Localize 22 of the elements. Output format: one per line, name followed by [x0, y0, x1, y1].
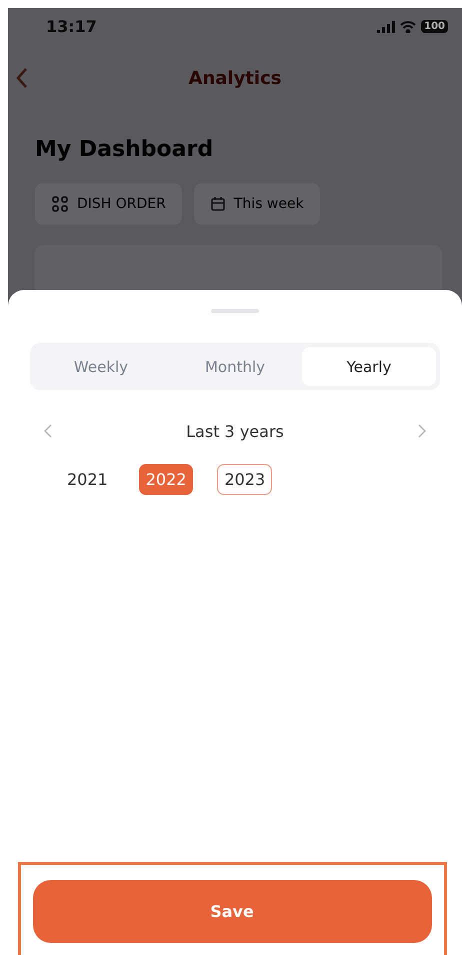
range-label: Last 3 years: [186, 422, 284, 440]
chip-label: DISH ORDER: [77, 196, 166, 212]
save-button[interactable]: Save: [32, 880, 432, 943]
page-title: Analytics: [188, 68, 282, 88]
wifi-icon: [400, 20, 416, 32]
calendar-icon: [210, 196, 226, 212]
period-tab[interactable]: Monthly: [168, 347, 302, 386]
chevron-right-icon: [418, 424, 426, 438]
chevron-left-icon: [44, 424, 52, 438]
battery-level: 100: [421, 20, 448, 33]
year-option[interactable]: 2023: [217, 464, 272, 495]
filter-chip[interactable]: DISH ORDER: [35, 183, 182, 225]
year-option[interactable]: 2022: [138, 464, 194, 495]
period-tab[interactable]: Weekly: [34, 347, 168, 386]
chip-label: This week: [234, 196, 304, 212]
back-icon[interactable]: [16, 67, 28, 89]
status-time: 13:17: [46, 17, 97, 36]
period-tab[interactable]: Yearly: [302, 347, 436, 386]
grid-icon: [51, 195, 69, 213]
filter-chip[interactable]: This week: [194, 183, 320, 225]
dashboard-title: My Dashboard: [34, 136, 214, 164]
signal-icon: [377, 20, 396, 32]
